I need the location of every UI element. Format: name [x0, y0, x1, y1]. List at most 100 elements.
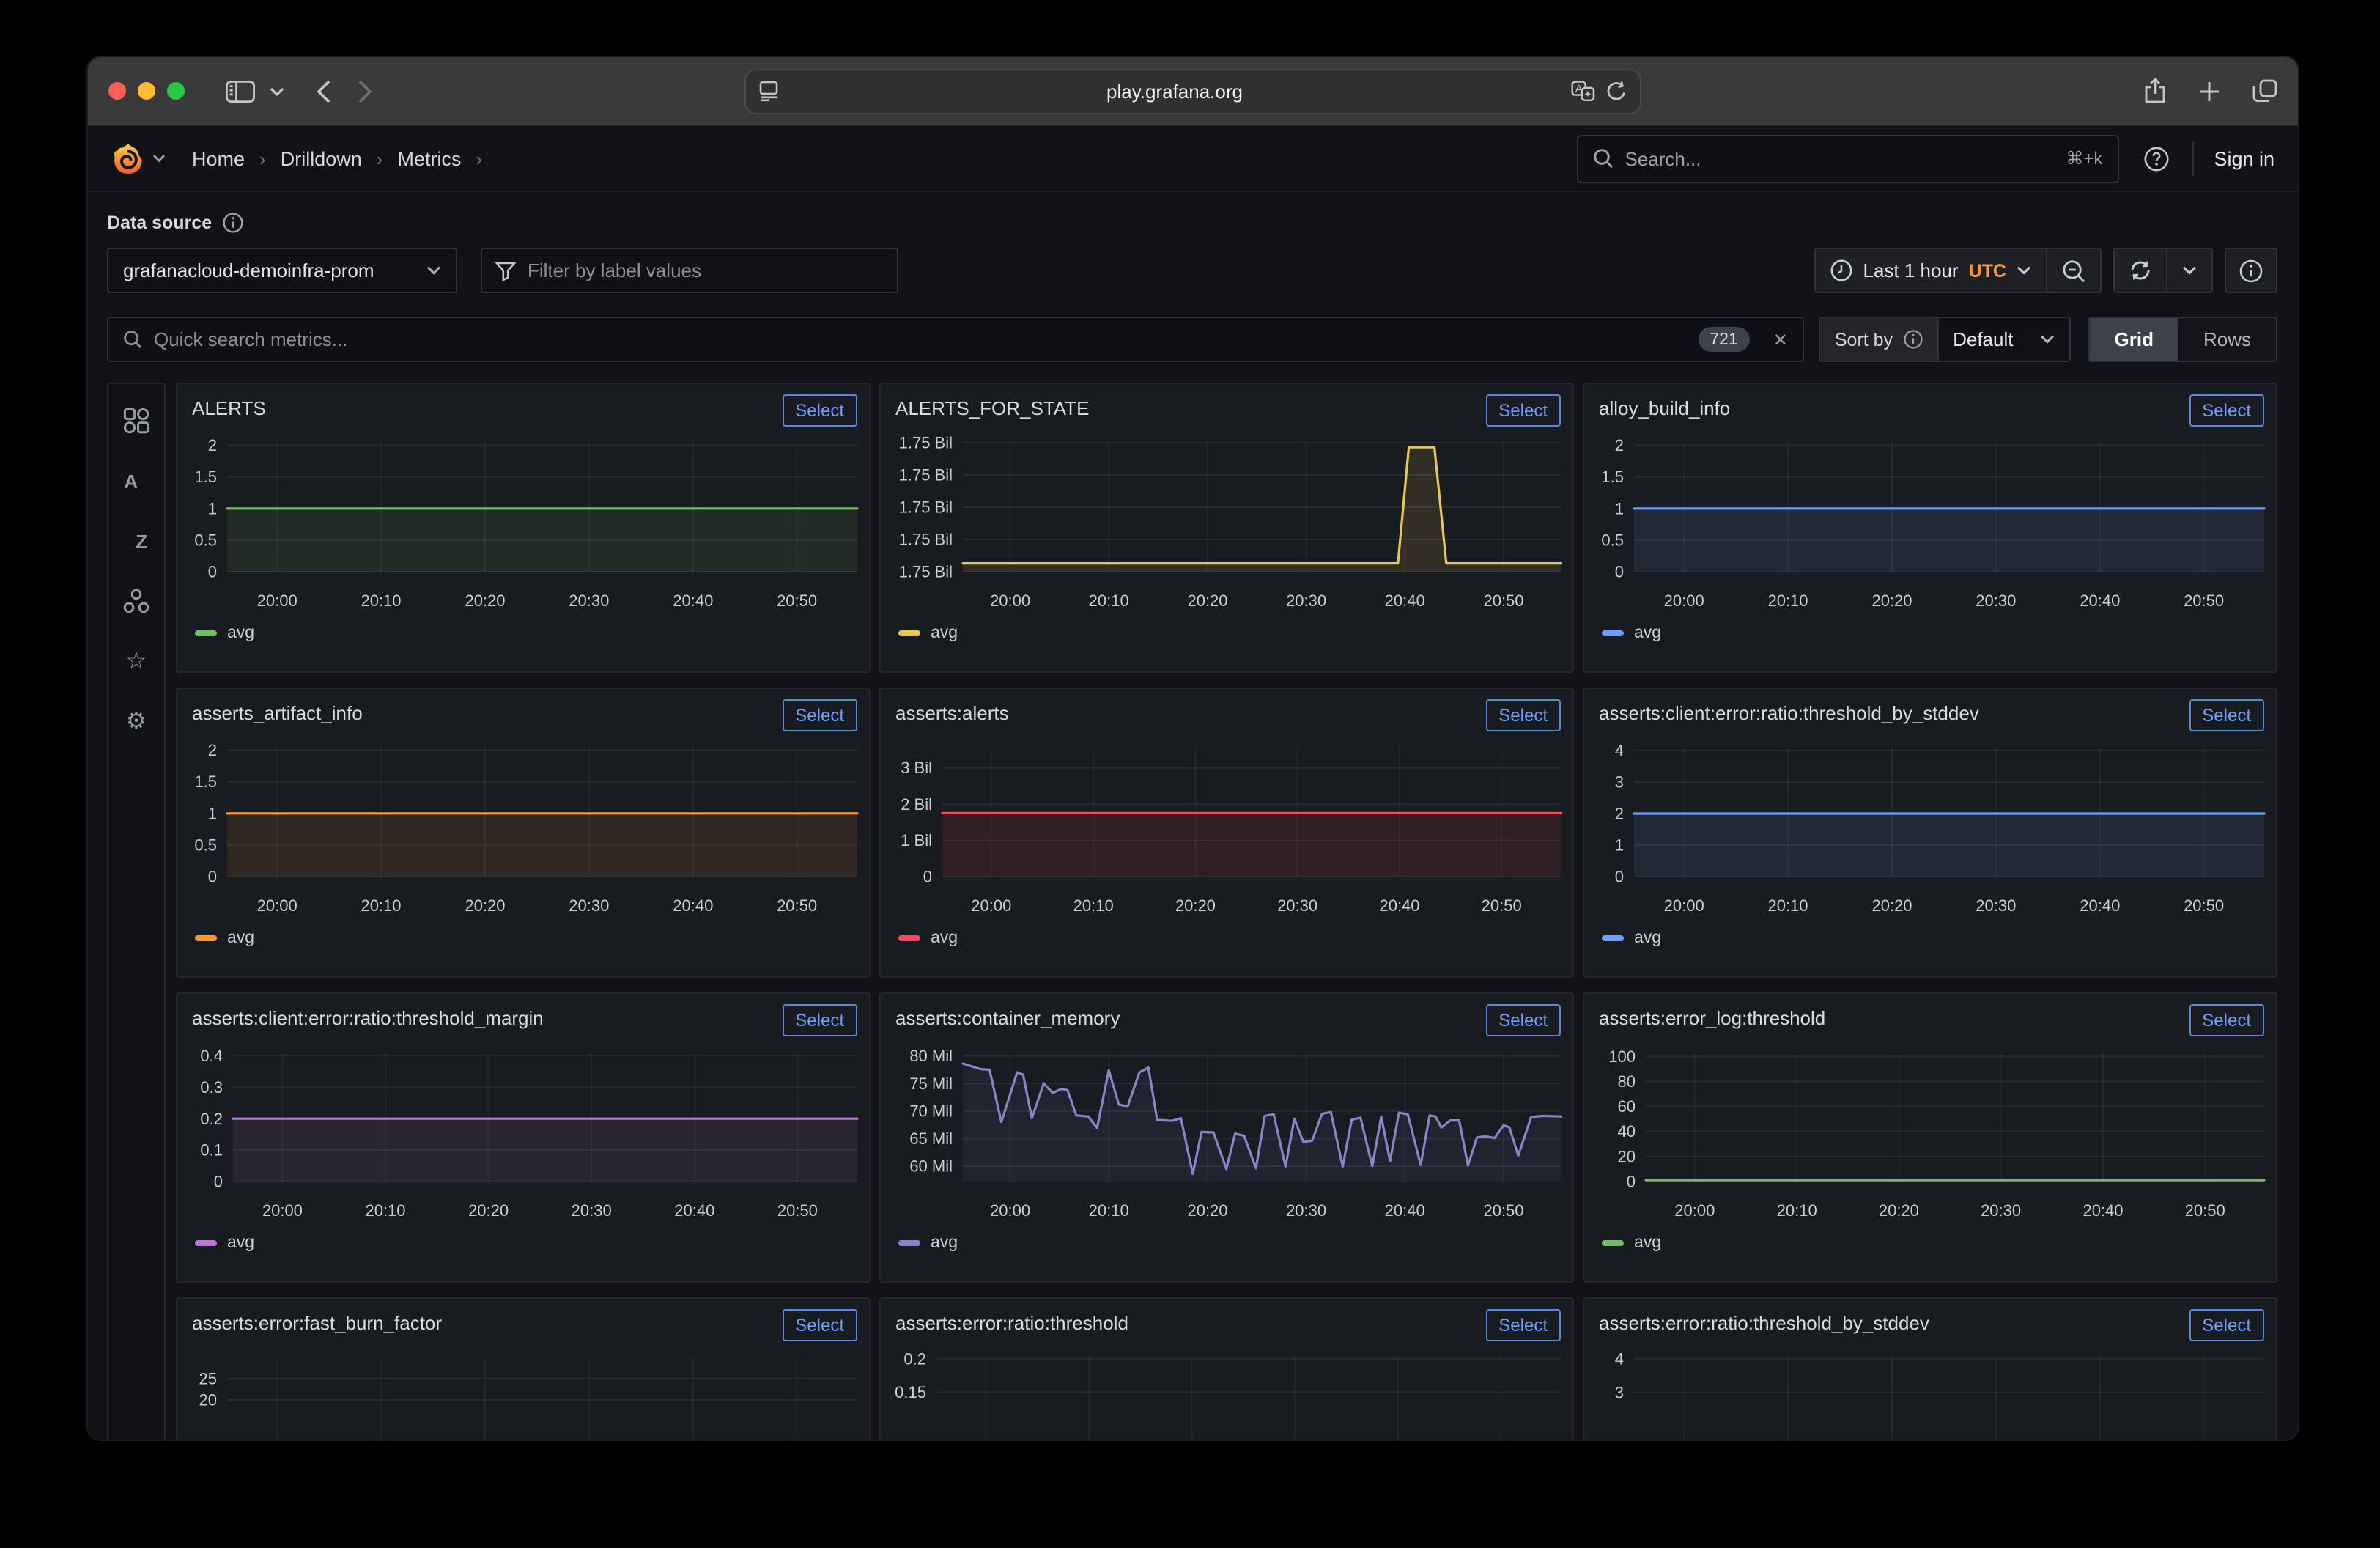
data-source-select[interactable]: grafanacloud-demoinfra-prom: [107, 248, 457, 293]
svg-text:4: 4: [1615, 741, 1624, 759]
svg-text:0: 0: [214, 1173, 223, 1191]
info-icon[interactable]: [1903, 330, 1922, 349]
group-icon[interactable]: [123, 588, 149, 614]
svg-text:0.15: 0.15: [895, 1383, 926, 1401]
tab-overview-icon[interactable]: [2252, 79, 2277, 103]
svg-text:80 Mil: 80 Mil: [909, 1047, 953, 1065]
legend-label[interactable]: avg: [1634, 929, 1661, 947]
svg-text:1.75 Bil: 1.75 Bil: [899, 531, 953, 549]
sort-za-icon[interactable]: _Z: [123, 528, 149, 554]
back-icon[interactable]: [317, 78, 331, 103]
panel-select-button[interactable]: Select: [782, 394, 857, 427]
screen: play.grafana.org A✦: [0, 0, 2380, 1548]
panel-select-button[interactable]: Select: [1485, 394, 1561, 427]
svg-text:20:10: 20:10: [1089, 591, 1129, 610]
forward-icon[interactable]: [358, 78, 372, 103]
svg-text:20:40: 20:40: [1385, 591, 1425, 610]
panel-select-button[interactable]: Select: [782, 1309, 857, 1341]
panel-title: asserts_artifact_info: [192, 699, 363, 724]
legend-label[interactable]: avg: [931, 929, 958, 947]
translate-icon[interactable]: A✦: [1571, 81, 1594, 101]
share-icon[interactable]: [2144, 78, 2166, 104]
reader-icon[interactable]: [759, 81, 778, 101]
global-search-input[interactable]: Search... ⌘+k: [1576, 134, 2118, 183]
sort-by-value: Default: [1953, 328, 2013, 350]
sidebar-toggle-icon[interactable]: [226, 80, 255, 102]
info-icon[interactable]: [222, 213, 243, 233]
panel-select-button[interactable]: Select: [2189, 1309, 2264, 1341]
metric-panel: ALERTS Select 21.510.5020:0020:1020:2020…: [176, 383, 871, 673]
close-window-button[interactable]: [108, 82, 126, 100]
reload-icon[interactable]: [1606, 80, 1627, 102]
metric-chart: 10080604020020:0020:1020:2020:3020:4020:…: [1590, 1039, 2273, 1227]
star-icon[interactable]: ☆: [123, 648, 149, 674]
svg-text:20:40: 20:40: [674, 1201, 714, 1220]
legend-label[interactable]: avg: [227, 624, 254, 642]
panel-title: asserts:error:ratio:threshold_by_stddev: [1599, 1309, 1929, 1334]
svg-text:1: 1: [208, 804, 217, 822]
view-grid-option[interactable]: Grid: [2090, 318, 2178, 361]
panel-select-button[interactable]: Select: [1485, 699, 1561, 731]
new-tab-icon[interactable]: [2198, 80, 2220, 102]
zoom-out-button[interactable]: [2046, 249, 2100, 292]
chevron-down-icon[interactable]: [270, 86, 284, 96]
panel-select-button[interactable]: Select: [2189, 1004, 2264, 1036]
legend-label[interactable]: avg: [1634, 1234, 1661, 1252]
panel-select-button[interactable]: Select: [2189, 699, 2264, 731]
metric-chart: 80 Mil75 Mil70 Mil65 Mil60 Mil20:0020:10…: [887, 1039, 1570, 1227]
address-bar[interactable]: play.grafana.org A✦: [744, 68, 1641, 114]
svg-text:20:20: 20:20: [1175, 896, 1216, 915]
svg-text:20:00: 20:00: [971, 896, 1011, 915]
svg-text:40: 40: [1618, 1122, 1636, 1140]
zoom-window-button[interactable]: [167, 82, 185, 100]
panel-select-button[interactable]: Select: [782, 699, 857, 731]
org-chevron-icon[interactable]: [152, 154, 166, 163]
panel-select-button[interactable]: Select: [782, 1004, 857, 1036]
svg-text:20:30: 20:30: [1277, 896, 1318, 915]
svg-text:20: 20: [199, 1391, 217, 1409]
clear-search-icon[interactable]: ✕: [1773, 329, 1788, 350]
svg-text:1: 1: [1615, 499, 1624, 517]
svg-text:1.75 Bil: 1.75 Bil: [899, 498, 953, 517]
panel-select-button[interactable]: Select: [1485, 1309, 1561, 1341]
overview-grid-icon[interactable]: [123, 408, 149, 434]
quick-search-input[interactable]: Quick search metrics... 721 ✕: [107, 317, 1804, 362]
legend-label[interactable]: avg: [1634, 624, 1661, 642]
grafana-logo[interactable]: [111, 141, 145, 175]
help-icon[interactable]: [2143, 146, 2168, 171]
view-rows-option[interactable]: Rows: [2178, 318, 2276, 361]
sort-by-dropdown[interactable]: Default: [1937, 318, 2069, 361]
minimize-window-button[interactable]: [138, 82, 155, 100]
grafana-body: Data source grafanacloud-demoinfra-prom: [88, 192, 2298, 1441]
breadcrumb-metrics[interactable]: Metrics: [397, 147, 461, 169]
panel-info-button[interactable]: [2225, 248, 2277, 293]
legend-label[interactable]: avg: [227, 1234, 254, 1252]
metric-panel: asserts:error:ratio:threshold_by_stddev …: [1583, 1297, 2277, 1441]
legend-label[interactable]: avg: [931, 624, 958, 642]
label-filter-input[interactable]: Filter by label values: [481, 248, 898, 293]
panel-title: asserts:client:error:ratio:threshold_by_…: [1599, 699, 1979, 724]
sign-in-button[interactable]: Sign in: [2214, 147, 2274, 169]
metric-panel: asserts:container_memory Select 80 Mil75…: [879, 992, 1574, 1283]
svg-text:20:20: 20:20: [465, 591, 505, 610]
refresh-interval-dropdown[interactable]: [2166, 249, 2211, 292]
refresh-button[interactable]: [2115, 249, 2166, 292]
gear-icon[interactable]: ⚙: [123, 708, 149, 734]
sort-az-icon[interactable]: A_: [123, 468, 149, 494]
panel-select-button[interactable]: Select: [1485, 1004, 1561, 1036]
svg-text:1.5: 1.5: [1601, 468, 1624, 486]
grafana-header: Home › Drilldown › Metrics › Search... ⌘…: [88, 126, 2298, 192]
url-text[interactable]: play.grafana.org: [778, 80, 1571, 102]
metric-panel: asserts:error_log:threshold Select 10080…: [1583, 992, 2277, 1283]
svg-text:20:50: 20:50: [2185, 1201, 2225, 1220]
time-range-button[interactable]: Last 1 hour UTC: [1817, 249, 2047, 292]
breadcrumb-home[interactable]: Home: [192, 147, 245, 169]
panel-legend: avg: [881, 922, 1572, 947]
legend-label[interactable]: avg: [931, 1234, 958, 1252]
result-count-badge: 721: [1698, 327, 1749, 352]
svg-text:1: 1: [1615, 836, 1624, 855]
panel-title: ALERTS_FOR_STATE: [895, 394, 1089, 419]
breadcrumb-drilldown[interactable]: Drilldown: [281, 147, 362, 169]
panel-select-button[interactable]: Select: [2189, 394, 2264, 427]
legend-label[interactable]: avg: [227, 929, 254, 947]
